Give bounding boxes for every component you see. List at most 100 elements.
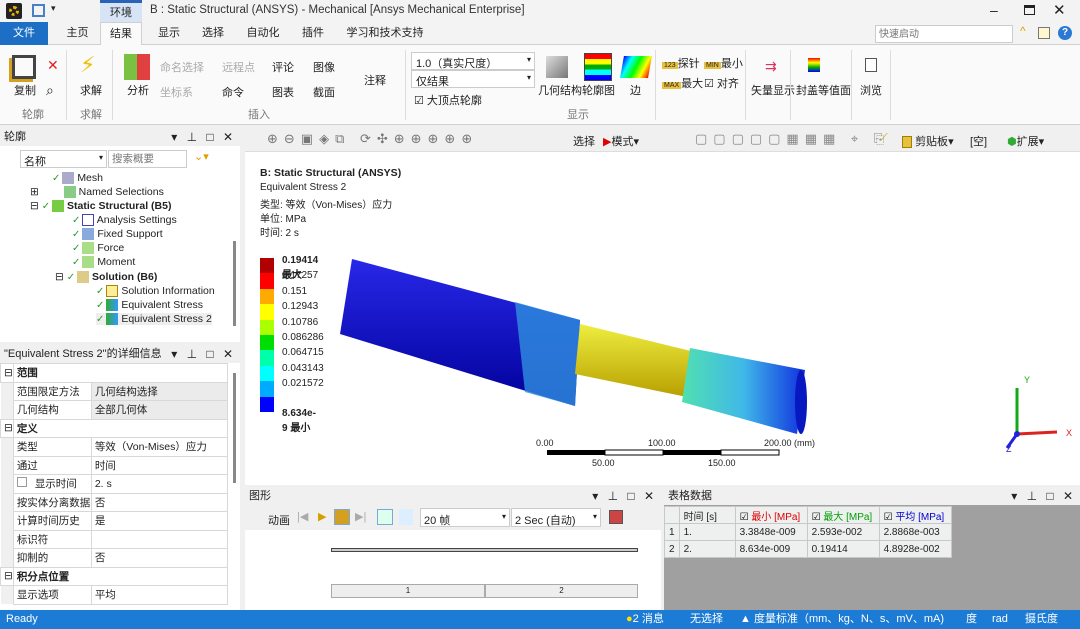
display-time-checkbox[interactable] (16, 477, 27, 488)
max-button[interactable]: MAX 最大 (662, 75, 703, 91)
duration-select[interactable]: 2 Sec (自动) ▾ (511, 508, 601, 527)
save-icon[interactable] (32, 4, 45, 17)
close-button[interactable]: ✕ (1053, 1, 1066, 19)
column-header[interactable]: ☑ 最大 [MPa] (806, 506, 880, 524)
named-selection-button[interactable]: 命名选择 (160, 59, 204, 75)
chart-icon[interactable]: ⟋ (880, 132, 888, 145)
panel-controls[interactable]: ▾ ⊥ □ ✕ (1011, 487, 1076, 505)
min-button[interactable]: MIN 最小 (704, 55, 743, 71)
tree-item-moment[interactable]: ✓ Moment (72, 256, 135, 269)
property-value[interactable]: 否 (90, 548, 229, 568)
details-row[interactable]: 显示选项 平均 (0, 585, 229, 605)
quick-launch-input[interactable] (875, 25, 1013, 43)
tab-results[interactable]: 结果 (100, 22, 142, 46)
temperature-unit[interactable]: 摄氏度 (1025, 610, 1058, 629)
angle-unit-degree[interactable]: 度 (966, 610, 977, 629)
details-row[interactable]: 计算时间历史是 (0, 511, 229, 531)
search-icon[interactable]: ⌕ (46, 82, 54, 99)
capped-isosurface-button[interactable]: 封盖等值面 (796, 82, 851, 98)
frames-select[interactable]: 20 帧 ▾ (420, 508, 510, 527)
details-section[interactable]: ⊟ 积分点位置 (0, 566, 229, 586)
panel-controls[interactable]: ▾ ⊥ □ ✕ (171, 345, 236, 363)
tab-display[interactable]: 显示 (148, 22, 190, 45)
zoom-tools-icons[interactable]: ⊕⊖▣◈⧉ ⟳✣⊕⊕⊕⊕⊕ (267, 131, 478, 147)
table-row[interactable]: 1 1. 3.3848e-009 2.593e-002 2.8868e-003 (664, 523, 952, 541)
model-svg[interactable] (245, 152, 1080, 485)
tab-plugins[interactable]: 插件 (292, 22, 334, 45)
tree-item-equivalent-stress-2[interactable]: ✓ Equivalent Stress 2 (96, 313, 212, 326)
edge-icon[interactable] (620, 56, 652, 78)
browse-icon[interactable] (865, 58, 877, 72)
tree-item-static-structural[interactable]: ⊟ ✓ Static Structural (B5) (30, 200, 171, 213)
vector-display-button[interactable]: 矢量显示 (751, 82, 795, 98)
tree-item-fixed-support[interactable]: ✓ Fixed Support (72, 228, 163, 241)
copy-button[interactable]: 复制 (14, 82, 36, 98)
scale-select[interactable]: 1.0（真实尺度） ▾ (411, 52, 535, 70)
quick-access-dropdown-icon[interactable]: ▾ (51, 3, 56, 14)
step-cell-1[interactable]: 1 (331, 584, 485, 598)
copy-icon[interactable] (12, 55, 36, 79)
analysis-icon[interactable] (124, 54, 150, 80)
geometry-button[interactable]: 几何结构 (538, 82, 582, 98)
details-row[interactable]: 抑制的否 (0, 548, 229, 568)
details-row[interactable]: 范围限定方法 几何结构选择 (0, 381, 229, 401)
previous-frame-button[interactable]: |◀ (297, 510, 308, 523)
coordinate-system-button[interactable]: 坐标系 (160, 84, 193, 100)
details-row[interactable]: 显示时间 2. s (0, 474, 229, 494)
tree-item-equivalent-stress[interactable]: ✓ Equivalent Stress (96, 299, 203, 312)
tab-home[interactable]: 主页 (55, 22, 100, 45)
context-tab-environment[interactable]: 环境 (100, 0, 142, 22)
column-header[interactable]: 时间 [s] (678, 506, 736, 524)
analysis-button[interactable]: 分析 (127, 82, 149, 98)
property-value[interactable]: 等效（Von-Mises）应力 (90, 437, 229, 457)
outline-scrollbar[interactable] (233, 241, 236, 326)
play-button[interactable]: ▶ (318, 510, 326, 523)
delete-icon[interactable]: ✕ (47, 57, 59, 74)
property-value[interactable]: 时间 (90, 455, 229, 475)
details-section[interactable]: ⊟ 定义 (0, 418, 229, 438)
collapse-ribbon-icon[interactable]: ^ (1020, 24, 1026, 38)
tree-item-solution[interactable]: ⊟ ✓ Solution (B6) (55, 271, 157, 284)
remote-point-button[interactable]: 远程点 (222, 59, 255, 75)
section-button[interactable]: 截面 (313, 84, 335, 100)
column-header[interactable]: ☑ 最小 [MPa] (734, 506, 808, 524)
column-header[interactable]: ☑ 平均 [MPa] (878, 506, 952, 524)
result-mode-select[interactable]: 仅结果 ▾ (411, 70, 535, 88)
details-row[interactable]: 几何结构 全部几何体 (0, 400, 229, 420)
expand-button[interactable]: ⬢扩展▾ (1007, 133, 1044, 149)
step-cell-2[interactable]: 2 (485, 584, 638, 598)
probe-button[interactable]: 123 探针 (662, 55, 700, 71)
details-scrollbar[interactable] (233, 373, 236, 483)
minimize-button[interactable]: – (990, 2, 998, 18)
tree-item-named-selections[interactable]: ⊞ Named Selections (30, 186, 164, 199)
panel-controls[interactable]: ▾ ⊥ □ ✕ (171, 128, 236, 146)
solve-lightning-icon[interactable]: ⚡ (80, 52, 95, 78)
geometry-icon[interactable] (546, 56, 568, 78)
tree-item-mesh[interactable]: ✓ Mesh (52, 172, 103, 185)
column-checkbox[interactable]: ☑ (884, 512, 893, 523)
tree-item-analysis-settings[interactable]: ✓ Analysis Settings (72, 214, 177, 227)
help-icon[interactable]: ? (1058, 26, 1072, 40)
property-value[interactable]: 否 (90, 492, 229, 512)
property-value[interactable] (90, 529, 229, 549)
stop-button[interactable] (334, 509, 350, 525)
view-tools-icons[interactable]: ▢▢▢▢▢▦▦▦ ⌖ ⎘ (695, 131, 890, 147)
column-checkbox[interactable]: ☑ (812, 512, 821, 523)
annotation-button[interactable]: 注释 (364, 72, 386, 88)
tab-file[interactable]: 文件 (0, 22, 48, 45)
capped-isosurface-icon[interactable] (808, 58, 820, 72)
feedback-icon[interactable] (1038, 27, 1050, 39)
distributed-frames-button[interactable] (377, 509, 393, 525)
maximize-button[interactable] (1024, 5, 1035, 15)
graph-area[interactable]: 1 2 (245, 530, 661, 610)
large-vertex-contour-checkbox[interactable]: ☑ 大顶点轮廓 (414, 92, 482, 108)
clipboard-button[interactable]: 剪贴板▾ (902, 133, 954, 149)
details-row[interactable]: 按实体分离数据否 (0, 492, 229, 512)
tree-item-force[interactable]: ✓ Force (72, 242, 124, 255)
property-value[interactable]: 2. s (90, 474, 229, 494)
result-frames-button[interactable] (399, 509, 413, 525)
time-range-bar[interactable] (331, 548, 638, 552)
contour-button[interactable]: 轮廓图 (582, 82, 615, 98)
details-section[interactable]: ⊟ 范围 (0, 363, 229, 383)
rotational-velocity-unit[interactable]: rad (992, 610, 1008, 629)
